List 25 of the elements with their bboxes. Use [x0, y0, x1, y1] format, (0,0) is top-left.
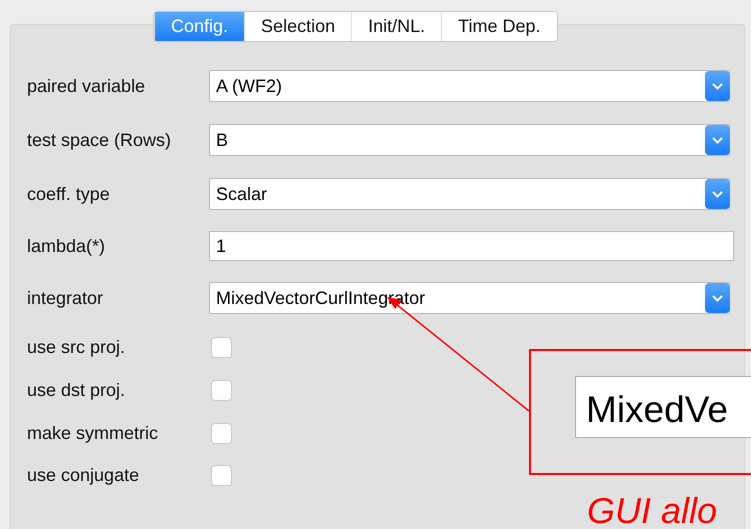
field-label: lambda(*): [27, 236, 106, 256]
checkbox[interactable]: [211, 336, 232, 358]
checkbox[interactable]: [211, 422, 232, 444]
dropdown[interactable]: B: [209, 124, 730, 156]
chevron-down-icon: [705, 71, 730, 101]
field-label: use src proj.: [27, 336, 126, 358]
caption: GUI allo: [587, 490, 718, 529]
dropdown[interactable]: Scalar: [209, 178, 730, 210]
field-label: use dst proj.: [27, 380, 126, 401]
tab[interactable]: Time Dep.: [441, 12, 556, 41]
dropdown[interactable]: A (WF2): [209, 70, 730, 102]
field-label: use conjugate: [27, 464, 140, 486]
input-field[interactable]: 1: [209, 231, 734, 261]
checkbox[interactable]: [211, 464, 232, 486]
chevron-down-icon: [705, 125, 730, 155]
dropdown[interactable]: MixedVectorCurlIntegrator: [209, 282, 730, 314]
chevron-down-icon: [705, 179, 730, 209]
chevron-down-icon: [705, 283, 730, 313]
field-label: make symmetric: [27, 422, 160, 444]
zoomed-text: MixedVe: [575, 376, 751, 438]
field-label: integrator: [27, 288, 104, 308]
field-label: test space (Rows): [27, 130, 172, 150]
field-label: coeff. type: [27, 184, 111, 204]
checkbox[interactable]: [211, 380, 232, 401]
field-label: paired variable: [27, 76, 146, 96]
